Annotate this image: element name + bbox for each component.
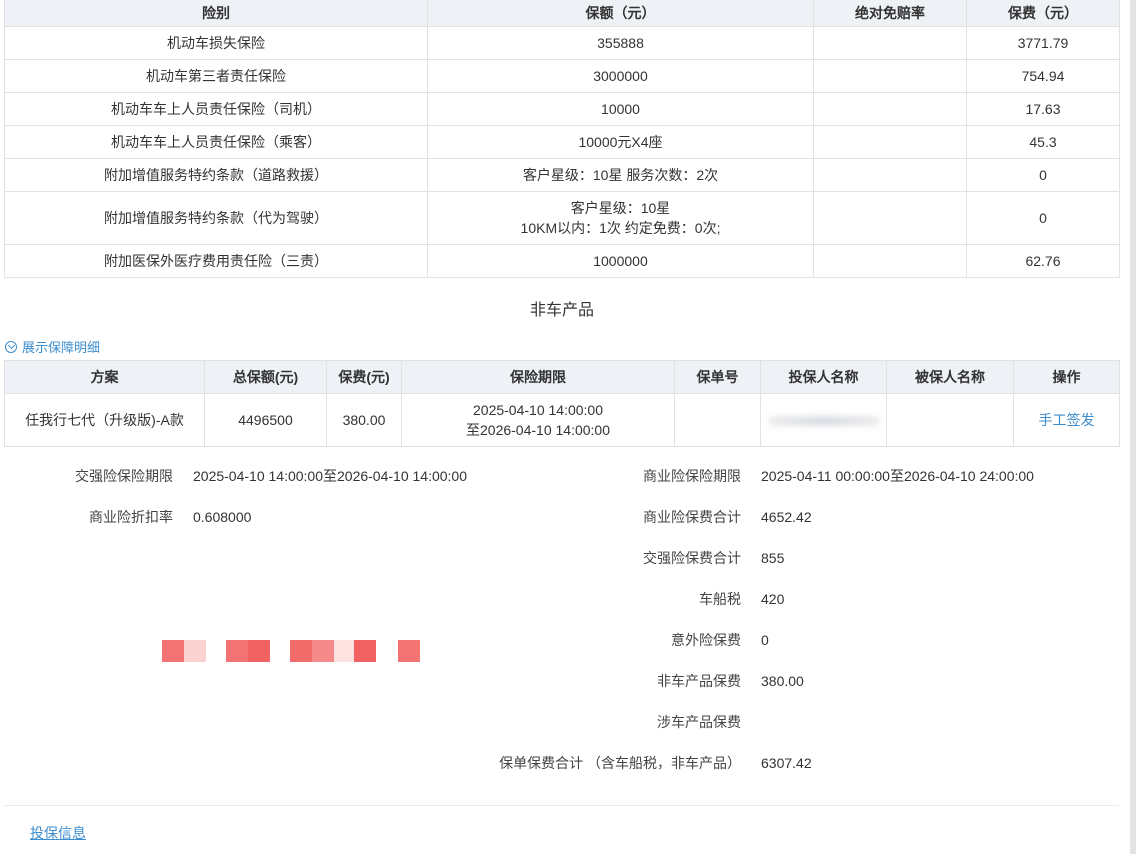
header-plan: 方案 [4,360,205,394]
summary-commercial-period: 商业险保险期限 2025-04-11 00:00:00至2026-04-10 24… [0,466,1034,486]
non-vehicle-product-table: 方案 总保额(元) 保费(元) 保险期限 保单号 投保人名称 被保人名称 操作 … [4,360,1120,447]
summary-policy-premium-total: 保单保费合计 （含车船税，非车产品） 6307.42 [0,753,812,773]
coverage-name: 机动车车上人员责任保险（乘客） [4,125,428,159]
header-total-amount: 总保额(元) [204,360,327,394]
summary-vehicle-related-premium: 涉车产品保费 [0,712,761,732]
coverage-amount: 客户星级：10星 服务次数：2次 [427,158,814,192]
summary-label: 商业险保险期限 [643,468,741,484]
coverage-amount: 10000元X4座 [427,125,814,159]
coverage-amount: 355888 [427,26,814,60]
product-total-amount: 4496500 [204,393,327,447]
summary-non-vehicle-premium: 非车产品保费 380.00 [0,671,804,691]
coverage-deductible [813,26,967,60]
coverage-name: 机动车车上人员责任保险（司机） [4,92,428,126]
coverage-premium: 17.63 [966,92,1120,126]
application-info-link[interactable]: 投保信息 [30,823,86,843]
coverage-amount: 客户星级：10星 10KM以内：1次 约定免费：0次; [427,191,814,245]
header-period: 保险期限 [401,360,675,394]
table-row: 机动车损失保险 355888 3771.79 [4,26,1120,60]
table-row: 机动车车上人员责任保险（乘客） 10000元X4座 45.3 [4,125,1120,159]
coverage-header-row: 险别 保额（元） 绝对免赔率 保费（元） [4,0,1120,27]
coverage-deductible [813,158,967,192]
vertical-scrollbar[interactable] [1130,0,1136,854]
coverage-premium: 45.3 [966,125,1120,159]
summary-value: 6307.42 [761,755,812,771]
coverage-premium: 0 [966,158,1120,192]
period-end: 至2026-04-10 14:00:00 [466,422,610,438]
coverage-deductible [813,92,967,126]
period-start: 2025-04-10 14:00:00 [473,402,603,418]
header-premium: 保费(元) [326,360,402,394]
coverage-name: 附加医保外医疗费用责任险（三责） [4,244,428,278]
coverage-name: 机动车第三者责任保险 [4,59,428,93]
product-period: 2025-04-10 14:00:00 至2026-04-10 14:00:00 [401,393,675,447]
coverage-deductible [813,244,967,278]
header-sum-insured: 保额（元） [427,0,814,27]
product-applicant-name [760,393,887,447]
header-premium: 保费（元） [966,0,1120,27]
summary-vehicle-tax: 车船税 420 [0,589,784,609]
coverage-name: 附加增值服务特约条款（代为驾驶） [4,191,428,245]
table-row: 机动车第三者责任保险 3000000 754.94 [4,59,1120,93]
summary-label: 保单保费合计 （含车船税，非车产品） [499,755,741,771]
product-header-row: 方案 总保额(元) 保费(元) 保险期限 保单号 投保人名称 被保人名称 操作 [4,360,1120,394]
summary-value: 4652.42 [761,509,812,525]
table-row: 附加医保外医疗费用责任险（三责） 1000000 62.76 [4,244,1120,278]
header-deductible-rate: 绝对免赔率 [813,0,967,27]
toggle-label: 展示保障明细 [22,340,101,355]
table-row: 任我行七代（升级版)-A款 4496500 380.00 2025-04-10 … [4,393,1120,447]
product-insured-name [886,393,1014,447]
show-coverage-details-toggle[interactable]: 展示保障明细 [5,337,100,356]
header-action: 操作 [1013,360,1120,394]
coverage-premium: 3771.79 [966,26,1120,60]
redacted-mosaic [162,640,420,662]
header-insurance-type: 险别 [4,0,428,27]
non-vehicle-section-title: 非车产品 [529,302,594,319]
coverage-premium: 754.94 [966,59,1120,93]
table-row: 附加增值服务特约条款（道路救援） 客户星级：10星 服务次数：2次 0 [4,158,1120,192]
summary-value: 420 [761,591,785,607]
product-policy-no [674,393,761,447]
summary-value: 0 [761,632,769,648]
summary-label: 交强险保费合计 [643,550,741,566]
summary-label: 涉车产品保费 [657,714,741,730]
header-insured-name: 被保人名称 [886,360,1014,394]
coverage-amount: 1000000 [427,244,814,278]
coverage-name: 附加增值服务特约条款（道路救援） [4,158,428,192]
header-policy-no: 保单号 [674,360,761,394]
redacted-applicant-name [768,415,879,426]
summary-value: 855 [761,550,785,566]
summary-value: 380.00 [761,673,804,689]
summary-label: 商业险保费合计 [643,509,741,525]
coverage-name: 机动车损失保险 [4,26,428,60]
coverage-table: 险别 保额（元） 绝对免赔率 保费（元） 机动车损失保险 355888 3771… [4,0,1120,278]
summary-label: 非车产品保费 [657,673,741,689]
summary-compulsory-premium-total: 交强险保费合计 855 [0,548,784,568]
coverage-deductible [813,125,967,159]
summary-value: 2025-04-11 00:00:00至2026-04-10 24:00:00 [761,468,1034,484]
coverage-deductible [813,59,967,93]
coverage-amount: 10000 [427,92,814,126]
section-divider [4,805,1119,806]
manual-issue-link[interactable]: 手工签发 [1039,412,1095,428]
product-premium: 380.00 [326,393,402,447]
table-row: 机动车车上人员责任保险（司机） 10000 17.63 [4,92,1120,126]
table-row: 附加增值服务特约条款（代为驾驶） 客户星级：10星 10KM以内：1次 约定免费… [4,191,1120,245]
coverage-amount: 3000000 [427,59,814,93]
header-applicant-name: 投保人名称 [760,360,887,394]
summary-label: 车船税 [699,591,741,607]
summary-commercial-premium-total: 商业险保费合计 4652.42 [0,507,812,527]
chevron-down-circle-icon [5,340,17,353]
product-action: 手工签发 [1013,393,1120,447]
coverage-deductible [813,191,967,245]
product-plan: 任我行七代（升级版)-A款 [4,393,205,447]
coverage-premium: 62.76 [966,244,1120,278]
coverage-premium: 0 [966,191,1120,245]
